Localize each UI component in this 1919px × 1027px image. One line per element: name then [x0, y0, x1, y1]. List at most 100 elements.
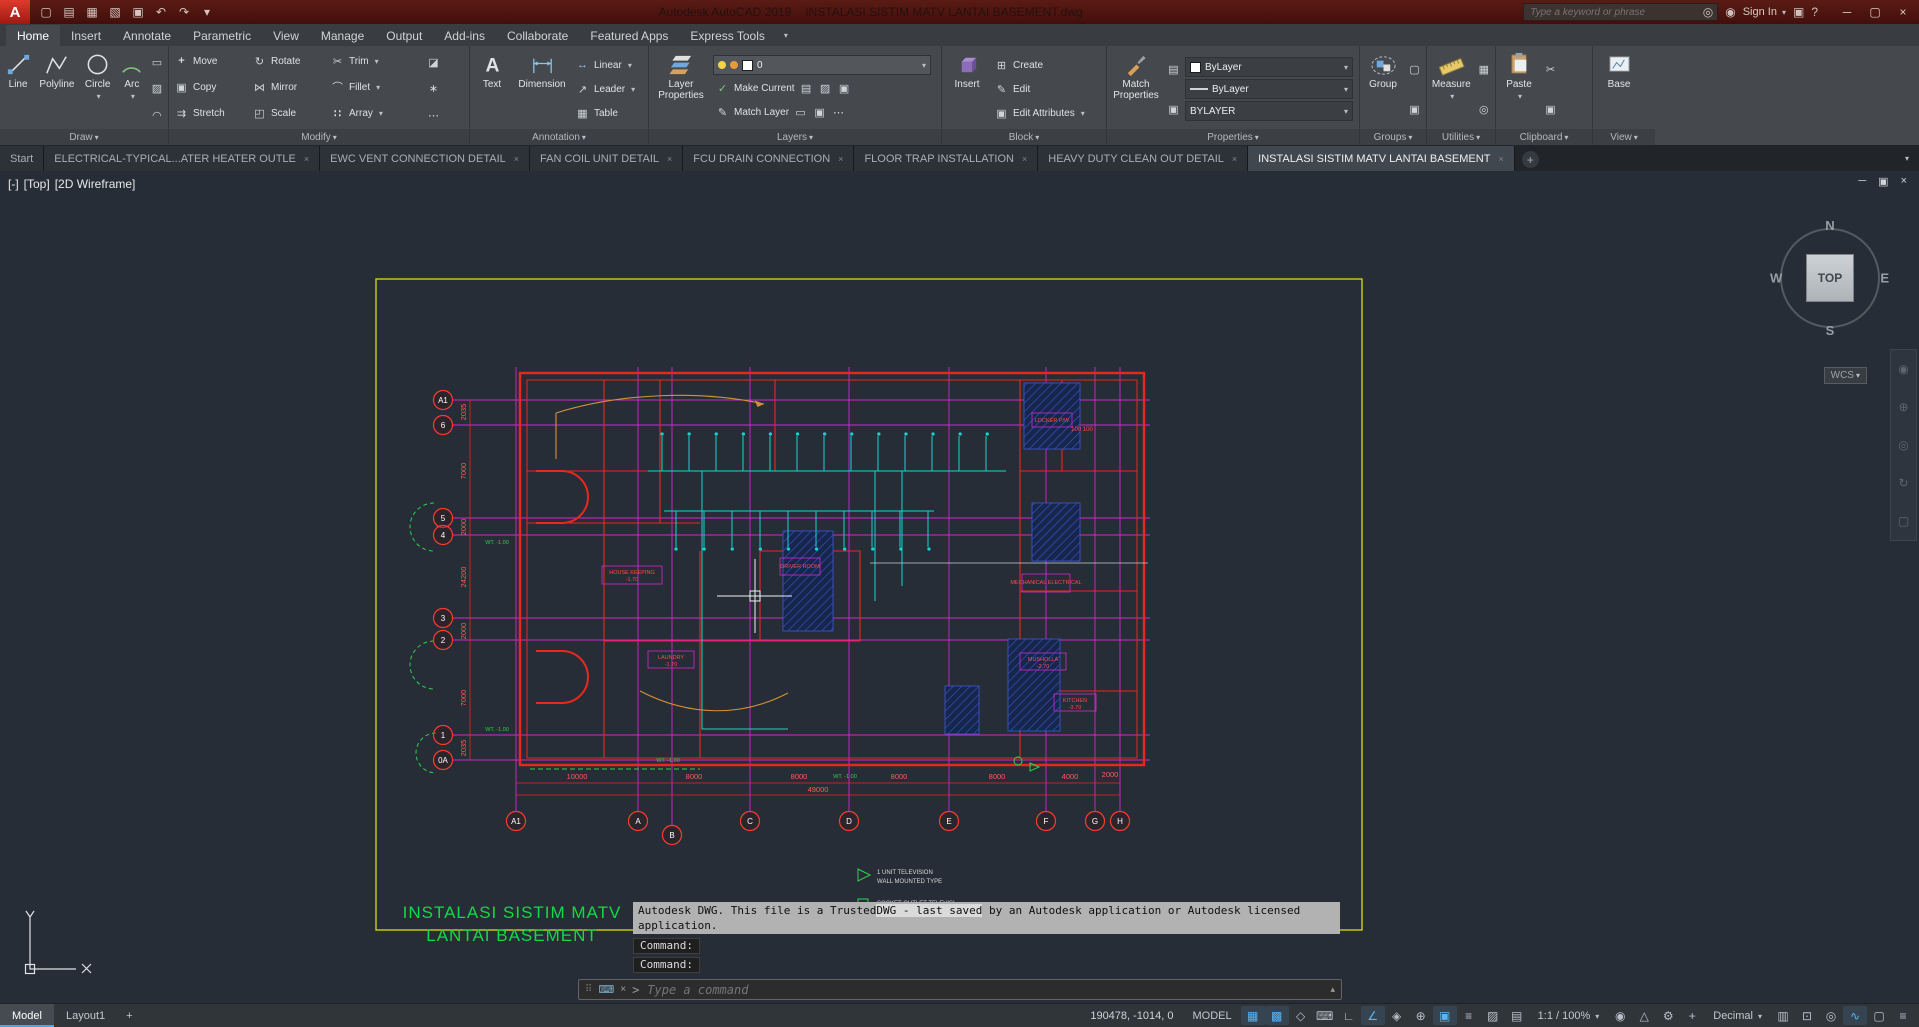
- selection-cycling-icon[interactable]: ▤: [1505, 1006, 1529, 1025]
- command-input[interactable]: [645, 981, 1325, 998]
- viewcube-east[interactable]: E: [1880, 271, 1889, 286]
- trim-tool-button[interactable]: Trim: [328, 50, 422, 72]
- close-tab-icon[interactable]: [1022, 154, 1027, 164]
- clipboard-panel-label[interactable]: Clipboard: [1496, 129, 1592, 145]
- file-tab[interactable]: FAN COIL UNIT DETAIL: [530, 146, 684, 171]
- layer-tool-icon[interactable]: [812, 105, 827, 120]
- object-snap-tracking-icon[interactable]: ⊕: [1409, 1006, 1433, 1025]
- cut-icon[interactable]: [1543, 62, 1558, 77]
- circle-dropdown-icon[interactable]: [95, 91, 101, 102]
- redo-icon[interactable]: ↷: [173, 2, 195, 22]
- paste-button[interactable]: Paste: [1499, 49, 1539, 129]
- show-motion-icon[interactable]: ▢: [1898, 514, 1909, 528]
- quick-properties-icon[interactable]: ▥: [1771, 1006, 1795, 1025]
- zoom-icon[interactable]: ◎: [1898, 438, 1908, 452]
- layer-tool-icon[interactable]: [818, 81, 833, 96]
- isolate-objects-icon[interactable]: ◎: [1819, 1006, 1843, 1025]
- save-as-icon[interactable]: ▧: [104, 2, 126, 22]
- lineweight-combo[interactable]: ByLayer: [1185, 79, 1353, 99]
- annotation-scale-control[interactable]: 1:1 / 100%: [1530, 1010, 1608, 1022]
- ribbon-tab[interactable]: Home: [6, 25, 61, 46]
- linear-dropdown-icon[interactable]: [626, 60, 632, 71]
- dynamic-input-icon[interactable]: ⌨: [1313, 1006, 1337, 1025]
- stretch-tool-button[interactable]: Stretch: [172, 102, 250, 124]
- view-panel-label[interactable]: View: [1593, 129, 1655, 145]
- viewport-minimize-icon[interactable]: ─: [1858, 175, 1866, 188]
- close-tab-icon[interactable]: [1498, 154, 1503, 164]
- close-tab-icon[interactable]: [1232, 154, 1237, 164]
- revision-cloud-icon[interactable]: [149, 108, 164, 123]
- units-control[interactable]: Decimal: [1705, 1010, 1770, 1022]
- search-icon[interactable]: ◎: [1703, 5, 1713, 19]
- snap-mode-icon[interactable]: ▩: [1264, 1006, 1289, 1025]
- explode-icon[interactable]: [426, 81, 441, 96]
- insert-block-button[interactable]: Insert: [945, 49, 989, 129]
- arc-tool-button[interactable]: Arc: [118, 49, 146, 129]
- trim-dropdown-icon[interactable]: [373, 56, 379, 67]
- copy-tool-button[interactable]: Copy: [172, 76, 250, 98]
- viewcube-north[interactable]: N: [1825, 218, 1834, 233]
- match-properties-button[interactable]: Match Properties: [1110, 49, 1162, 129]
- autoscale-icon[interactable]: △: [1632, 1006, 1656, 1025]
- file-tab[interactable]: Start: [0, 146, 45, 171]
- layer-tool-icon[interactable]: [793, 105, 808, 120]
- line-tool-button[interactable]: Line: [3, 49, 33, 129]
- ribbon-tab[interactable]: Featured Apps: [579, 25, 679, 46]
- user-icon[interactable]: ◉: [1725, 5, 1735, 19]
- viewport-menu-control[interactable]: [-]: [8, 177, 19, 191]
- file-tab[interactable]: INSTALASI SISTIM MATV LANTAI BASEMENT: [1248, 146, 1515, 171]
- qat-dropdown-icon[interactable]: ▾: [196, 2, 218, 22]
- ribbon-tab[interactable]: View: [262, 25, 310, 46]
- workspace-switching-icon[interactable]: ⚙: [1656, 1006, 1680, 1025]
- file-tab[interactable]: EWC VENT CONNECTION DETAIL: [320, 146, 531, 171]
- erase-icon[interactable]: [426, 55, 441, 70]
- command-keyboard-icon[interactable]: ⌨: [598, 983, 614, 996]
- file-tab[interactable]: HEAVY DUTY CLEAN OUT DETAIL: [1038, 146, 1249, 171]
- floor-plan-drawing[interactable]: LOCKER P/W HOUSE KEEPING -1.70 DRIVER RO…: [0, 171, 1919, 1004]
- minimize-button[interactable]: ─: [1833, 1, 1861, 23]
- base-view-button[interactable]: Base: [1596, 49, 1642, 129]
- app-store-cart-icon[interactable]: ▣: [1793, 5, 1804, 19]
- leader-dropdown-icon[interactable]: [629, 84, 635, 95]
- circle-tool-button[interactable]: Circle: [81, 49, 115, 129]
- close-tab-icon[interactable]: [304, 154, 309, 164]
- array-dropdown-icon[interactable]: [377, 108, 383, 119]
- help-search-input[interactable]: [1528, 5, 1703, 19]
- file-tab[interactable]: ELECTRICAL-TYPICAL...ATER HEATER OUTLE: [44, 146, 321, 171]
- command-line-bar[interactable]: ⠿ ⌨ × > ▴: [578, 979, 1342, 1000]
- viewport-close-icon[interactable]: ×: [1901, 175, 1907, 188]
- quick-calc-icon[interactable]: [1476, 62, 1491, 77]
- properties-panel-label[interactable]: Properties: [1107, 129, 1359, 145]
- customize-icon[interactable]: ≡: [1891, 1006, 1915, 1025]
- copy-clip-icon[interactable]: [1543, 102, 1558, 117]
- file-tab[interactable]: FLOOR TRAP INSTALLATION: [854, 146, 1039, 171]
- ribbon-tab[interactable]: Manage: [310, 25, 375, 46]
- utilities-panel-label[interactable]: Utilities: [1427, 129, 1495, 145]
- wcs-selector[interactable]: WCS: [1823, 367, 1867, 384]
- linear-tool-button[interactable]: Linear: [573, 54, 637, 76]
- pan-icon[interactable]: ⊕: [1898, 400, 1908, 414]
- viewport-visual-style-control[interactable]: [2D Wireframe]: [55, 177, 136, 191]
- graphics-performance-icon[interactable]: ∿: [1843, 1006, 1867, 1025]
- layer-selector-combo[interactable]: 0: [713, 55, 931, 75]
- match-layer-button[interactable]: Match Layer: [713, 101, 931, 123]
- close-button[interactable]: ×: [1889, 1, 1917, 23]
- modify-panel-label[interactable]: Modify: [169, 129, 469, 145]
- close-tab-icon[interactable]: [514, 154, 519, 164]
- array-tool-button[interactable]: Array: [328, 102, 422, 124]
- edit-attributes-button[interactable]: Edit Attributes: [992, 102, 1087, 124]
- coordinates-readout[interactable]: 190478, -1014, 0: [1080, 1010, 1183, 1022]
- layer-freeze-icon[interactable]: [730, 61, 738, 69]
- block-panel-label[interactable]: Block: [942, 129, 1106, 145]
- layer-tool-icon[interactable]: [831, 105, 846, 120]
- viewcube-top-face[interactable]: TOP: [1806, 254, 1854, 302]
- ribbon-tab[interactable]: Insert: [60, 25, 112, 46]
- close-tab-icon[interactable]: [667, 154, 672, 164]
- transparency-icon[interactable]: ▨: [1481, 1006, 1505, 1025]
- undo-icon[interactable]: ↶: [150, 2, 172, 22]
- lock-ui-icon[interactable]: ⊡: [1795, 1006, 1819, 1025]
- polyline-tool-button[interactable]: Polyline: [36, 49, 78, 129]
- clean-screen-icon[interactable]: ▢: [1867, 1006, 1891, 1025]
- scale-tool-button[interactable]: Scale: [250, 102, 328, 124]
- close-tab-icon[interactable]: [838, 154, 843, 164]
